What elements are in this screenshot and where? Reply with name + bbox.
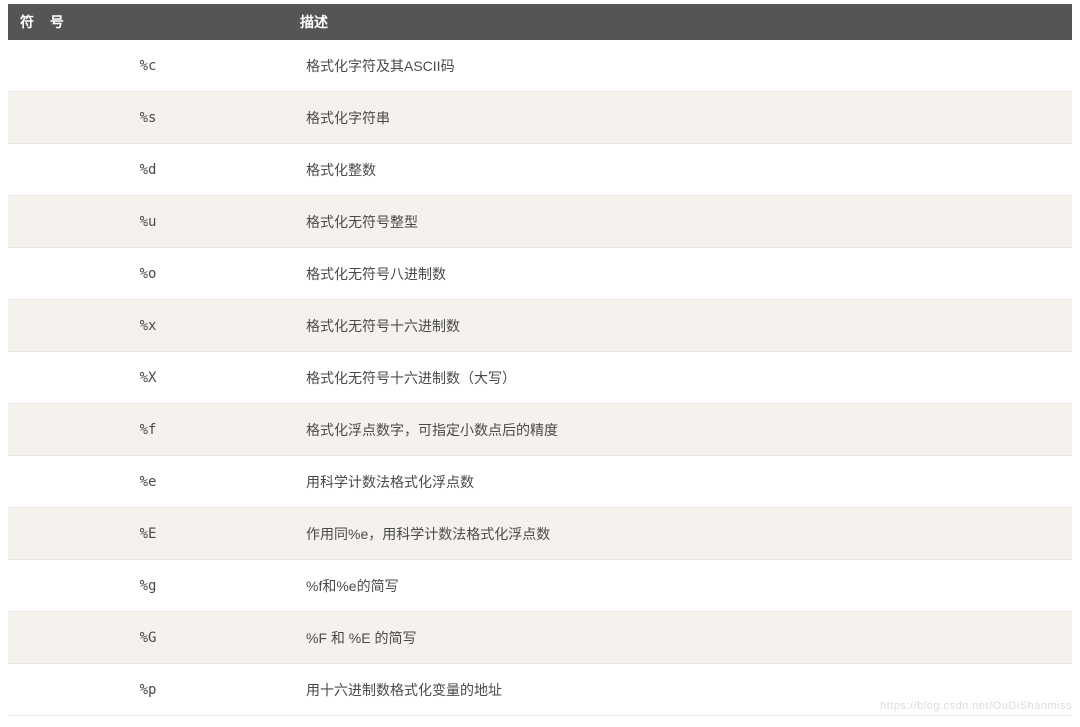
description-cell: 格式化无符号整型 xyxy=(288,198,1072,246)
table-row: %f格式化浮点数字，可指定小数点后的精度 xyxy=(8,404,1072,456)
table-row: %e用科学计数法格式化浮点数 xyxy=(8,456,1072,508)
description-cell: %f和%e的简写 xyxy=(288,562,1072,610)
table-row: %c格式化字符及其ASCII码 xyxy=(8,40,1072,92)
description-cell: 格式化浮点数字，可指定小数点后的精度 xyxy=(288,406,1072,454)
table-row: %u格式化无符号整型 xyxy=(8,196,1072,248)
description-cell: 格式化无符号十六进制数 xyxy=(288,302,1072,350)
description-cell: 格式化字符及其ASCII码 xyxy=(288,42,1072,90)
symbol-cell: %c xyxy=(8,44,288,88)
description-cell: 格式化无符号十六进制数（大写） xyxy=(288,354,1072,402)
watermark-text: https://blog.csdn.net/OuDiShanmiss xyxy=(880,700,1072,712)
symbol-cell: %E xyxy=(8,512,288,556)
symbol-cell: %X xyxy=(8,356,288,400)
table-row: %x格式化无符号十六进制数 xyxy=(8,300,1072,352)
header-description: 描述 xyxy=(288,4,1072,40)
symbol-cell: %d xyxy=(8,148,288,192)
symbol-cell: %e xyxy=(8,460,288,504)
description-cell: 格式化无符号八进制数 xyxy=(288,250,1072,298)
table-row: %g%f和%e的简写 xyxy=(8,560,1072,612)
table-row: %s格式化字符串 xyxy=(8,92,1072,144)
format-specifier-table: 符 号 描述 %c格式化字符及其ASCII码%s格式化字符串%d格式化整数%u格… xyxy=(8,4,1072,716)
table-row: %G%F 和 %E 的简写 xyxy=(8,612,1072,664)
symbol-cell: %g xyxy=(8,564,288,608)
symbol-cell: %f xyxy=(8,408,288,452)
description-cell: 格式化整数 xyxy=(288,146,1072,194)
symbol-cell: %G xyxy=(8,616,288,660)
table-header-row: 符 号 描述 xyxy=(8,4,1072,40)
symbol-cell: %x xyxy=(8,304,288,348)
description-cell: 作用同%e，用科学计数法格式化浮点数 xyxy=(288,510,1072,558)
table-row: %d格式化整数 xyxy=(8,144,1072,196)
table-body: %c格式化字符及其ASCII码%s格式化字符串%d格式化整数%u格式化无符号整型… xyxy=(8,40,1072,716)
table-row: %X格式化无符号十六进制数（大写） xyxy=(8,352,1072,404)
symbol-cell: %u xyxy=(8,200,288,244)
table-row: %E作用同%e，用科学计数法格式化浮点数 xyxy=(8,508,1072,560)
header-symbol: 符 号 xyxy=(8,4,288,40)
description-cell: 格式化字符串 xyxy=(288,94,1072,142)
symbol-cell: %p xyxy=(8,668,288,712)
symbol-cell: %o xyxy=(8,252,288,296)
symbol-cell: %s xyxy=(8,96,288,140)
description-cell: 用科学计数法格式化浮点数 xyxy=(288,458,1072,506)
description-cell: %F 和 %E 的简写 xyxy=(288,614,1072,662)
table-row: %o格式化无符号八进制数 xyxy=(8,248,1072,300)
